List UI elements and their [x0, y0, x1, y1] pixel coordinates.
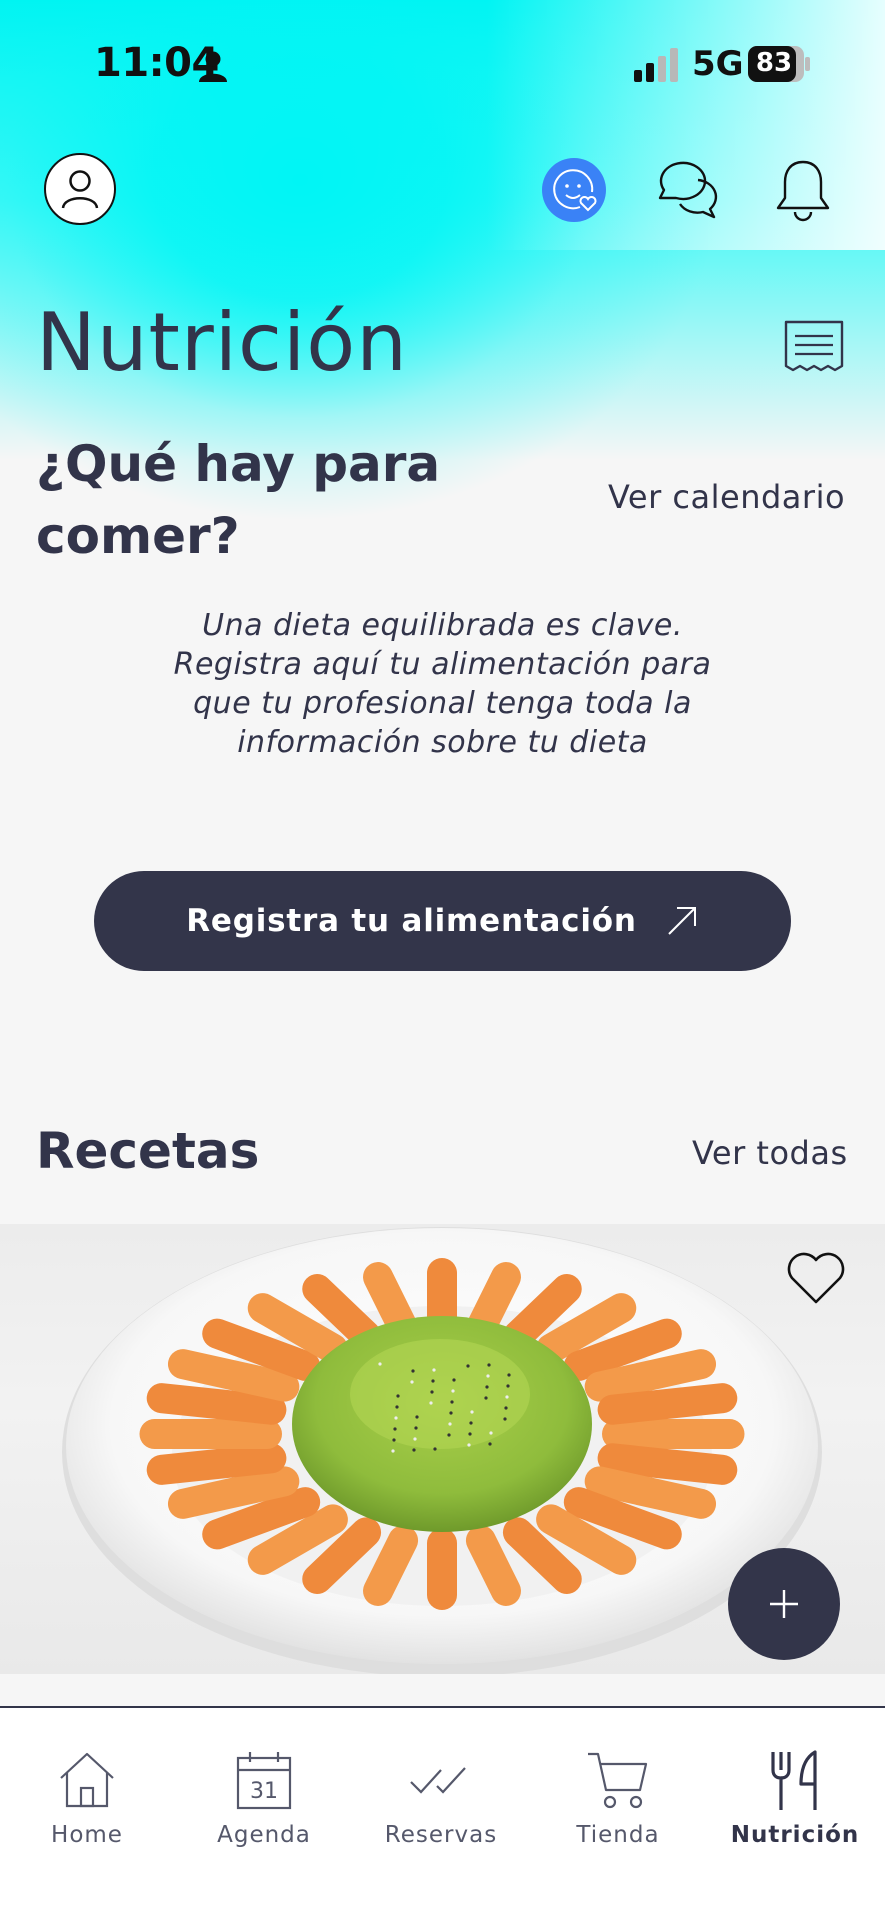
tab-tienda[interactable]: Tienda: [533, 1748, 703, 1848]
favorite-heart-icon[interactable]: [784, 1248, 848, 1306]
battery-level: 83: [755, 48, 793, 78]
pepper-speck: [452, 1378, 456, 1382]
receipt-icon[interactable]: [784, 320, 844, 372]
chat-bubbles-icon[interactable]: [654, 160, 720, 220]
tab-label: Tienda: [576, 1822, 660, 1848]
carrot-shape: [146, 1383, 287, 1425]
fork-knife-icon: [771, 1750, 817, 1810]
pepper-speck: [396, 1394, 400, 1398]
signal-icon: [634, 48, 678, 82]
profile-button[interactable]: [44, 153, 116, 225]
pepper-speck: [393, 1427, 397, 1431]
pepper-speck: [395, 1405, 399, 1409]
page-title: Nutrición: [36, 296, 408, 389]
arrow-up-right-icon: [668, 907, 696, 935]
register-food-label: Registra tu alimentación: [186, 903, 637, 939]
meals-intro: Una dieta equilibrada es clave. Registra…: [173, 608, 712, 760]
pepper-speck: [447, 1433, 451, 1437]
bell-icon[interactable]: [774, 158, 832, 222]
pepper-speck: [410, 1380, 414, 1384]
tab-nutricion[interactable]: Nutrición: [710, 1748, 880, 1848]
battery-icon: 83: [748, 46, 810, 82]
pepper-speck: [413, 1437, 417, 1441]
calendar-day: 31: [250, 1779, 278, 1804]
pepper-speck: [392, 1438, 396, 1442]
add-button[interactable]: [728, 1548, 840, 1660]
pepper-speck: [468, 1432, 472, 1436]
pepper-speck: [433, 1447, 437, 1451]
pepper-speck: [448, 1422, 452, 1426]
pepper-speck: [505, 1395, 509, 1399]
pepper-speck: [432, 1368, 436, 1372]
tab-label: Home: [51, 1822, 123, 1848]
tab-home[interactable]: Home: [2, 1748, 172, 1848]
plus-icon: [770, 1590, 798, 1618]
pepper-speck: [503, 1417, 507, 1421]
pepper-speck: [430, 1390, 434, 1394]
network-type: 5G: [692, 44, 744, 84]
register-food-button[interactable]: Registra tu alimentación: [94, 871, 791, 971]
pepper-speck: [469, 1421, 473, 1425]
see-all-recipes-link[interactable]: Ver todas: [692, 1134, 848, 1172]
pepper-speck: [394, 1416, 398, 1420]
cart-icon: [588, 1752, 648, 1809]
pepper-speck: [504, 1406, 508, 1410]
recipes-heading: Recetas: [36, 1122, 260, 1180]
tab-agenda[interactable]: 31 Agenda: [179, 1748, 349, 1848]
pepper-speck: [484, 1396, 488, 1400]
pepper-speck: [489, 1431, 493, 1435]
pepper-speck: [429, 1401, 433, 1405]
pepper-speck: [412, 1448, 416, 1452]
pepper-speck: [391, 1449, 395, 1453]
meals-heading: ¿Qué hay para comer?: [36, 435, 441, 565]
tab-label: Agenda: [217, 1822, 311, 1848]
carrot-shape: [146, 1443, 287, 1485]
pepper-speck: [470, 1410, 474, 1414]
pepper-speck: [506, 1384, 510, 1388]
carrot-shape: [597, 1383, 738, 1425]
person-icon: [199, 51, 227, 82]
pepper-speck: [507, 1373, 511, 1377]
pepper-speck: [415, 1415, 419, 1419]
mood-button[interactable]: [542, 158, 606, 222]
pepper-speck: [411, 1369, 415, 1373]
pepper-speck: [466, 1364, 470, 1368]
calendar-icon: 31: [236, 1752, 292, 1810]
tab-reservas[interactable]: Reservas: [356, 1748, 526, 1848]
tab-label: Reservas: [384, 1822, 498, 1848]
calendar-link[interactable]: Ver calendario: [608, 478, 845, 516]
pepper-speck: [485, 1385, 489, 1389]
mood-heart-icon: [553, 169, 597, 212]
pepper-speck: [449, 1411, 453, 1415]
double-check-icon: [410, 1767, 466, 1794]
bottom-tab-bar: Home 31 Agenda Reservas Tienda Nutrición: [0, 1706, 885, 1922]
pepper-speck: [467, 1443, 471, 1447]
pepper-speck: [451, 1389, 455, 1393]
tab-label: Nutrición: [730, 1822, 860, 1848]
pepper-speck: [486, 1374, 490, 1378]
pepper-speck: [450, 1400, 454, 1404]
pepper-speck: [414, 1426, 418, 1430]
pepper-speck: [378, 1362, 382, 1366]
home-icon: [60, 1752, 114, 1808]
user-icon: [61, 170, 99, 209]
carrot-shape: [597, 1443, 738, 1485]
pepper-speck: [431, 1379, 435, 1383]
pepper-speck: [487, 1363, 491, 1367]
pepper-speck: [488, 1442, 492, 1446]
